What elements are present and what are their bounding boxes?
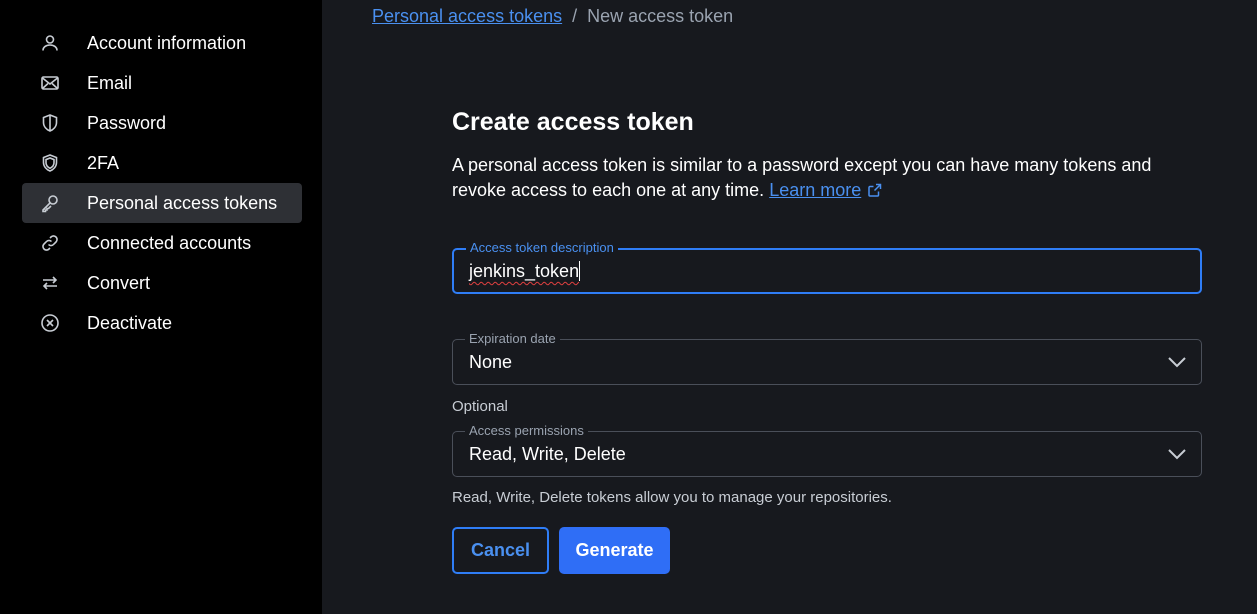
expiration-date-value: None: [469, 352, 513, 372]
page-description: A personal access token is similar to a …: [452, 153, 1192, 203]
sidebar-item-label: Personal access tokens: [87, 193, 278, 213]
sidebar-item-connected-accounts[interactable]: Connected accounts: [22, 223, 302, 263]
sidebar-item-account-information[interactable]: Account information: [22, 23, 302, 63]
breadcrumb: Personal access tokens / New access token: [372, 4, 733, 28]
sidebar-item-label: Email: [87, 73, 133, 93]
sidebar-item-label: 2FA: [87, 153, 120, 173]
envelope-icon: [40, 73, 60, 93]
external-link-icon: [868, 183, 882, 197]
sidebar-item-label: Connected accounts: [87, 233, 252, 253]
generate-button[interactable]: Generate: [559, 527, 670, 574]
link-icon: [40, 233, 60, 253]
sidebar-item-label: Password: [87, 113, 167, 133]
chevron-down-icon: [1168, 449, 1186, 460]
page-title: Create access token: [452, 108, 694, 136]
optional-label: Optional: [452, 398, 508, 415]
sidebar-item-2fa[interactable]: 2FA: [22, 143, 302, 183]
user-icon: [40, 33, 60, 53]
sidebar-item-label: Deactivate: [87, 313, 173, 333]
access-permissions-value: Read, Write, Delete: [469, 444, 626, 464]
token-description-input[interactable]: jenkins_token: [469, 250, 581, 292]
sidebar-item-personal-access-tokens[interactable]: Personal access tokens: [22, 183, 302, 223]
token-description-field[interactable]: Access token description jenkins_token: [452, 240, 1202, 294]
swap-arrows-icon: [40, 273, 60, 293]
learn-more-label: Learn more: [769, 180, 862, 200]
breadcrumb-parent-link[interactable]: Personal access tokens: [372, 6, 562, 26]
sidebar-item-email[interactable]: Email: [22, 63, 302, 103]
sidebar-item-label: Convert: [87, 273, 151, 293]
shield-icon: [40, 113, 60, 133]
sidebar-item-password[interactable]: Password: [22, 103, 302, 143]
close-circle-icon: [40, 313, 60, 333]
key-icon: [40, 193, 60, 213]
sidebar: Account information Email Password 2FA P…: [0, 0, 322, 614]
learn-more-link[interactable]: Learn more: [769, 180, 883, 200]
chevron-down-icon: [1168, 357, 1186, 368]
access-permissions-select[interactable]: Access permissions Read, Write, Delete: [452, 423, 1202, 477]
breadcrumb-separator: /: [572, 6, 578, 26]
expiration-date-select[interactable]: Expiration date None: [452, 331, 1202, 385]
sidebar-item-deactivate[interactable]: Deactivate: [22, 303, 302, 343]
shield-double-icon: [40, 153, 60, 173]
token-description-value: jenkins_token: [469, 261, 580, 281]
cancel-button[interactable]: Cancel: [452, 527, 549, 574]
sidebar-item-label: Account information: [87, 33, 247, 53]
text-caret: [579, 261, 581, 281]
breadcrumb-current: New access token: [587, 6, 734, 26]
sidebar-item-convert[interactable]: Convert: [22, 263, 302, 303]
main-content: Personal access tokens / New access token …: [322, 0, 1257, 614]
permissions-helper-text: Read, Write, Delete tokens allow you to …: [452, 489, 892, 506]
